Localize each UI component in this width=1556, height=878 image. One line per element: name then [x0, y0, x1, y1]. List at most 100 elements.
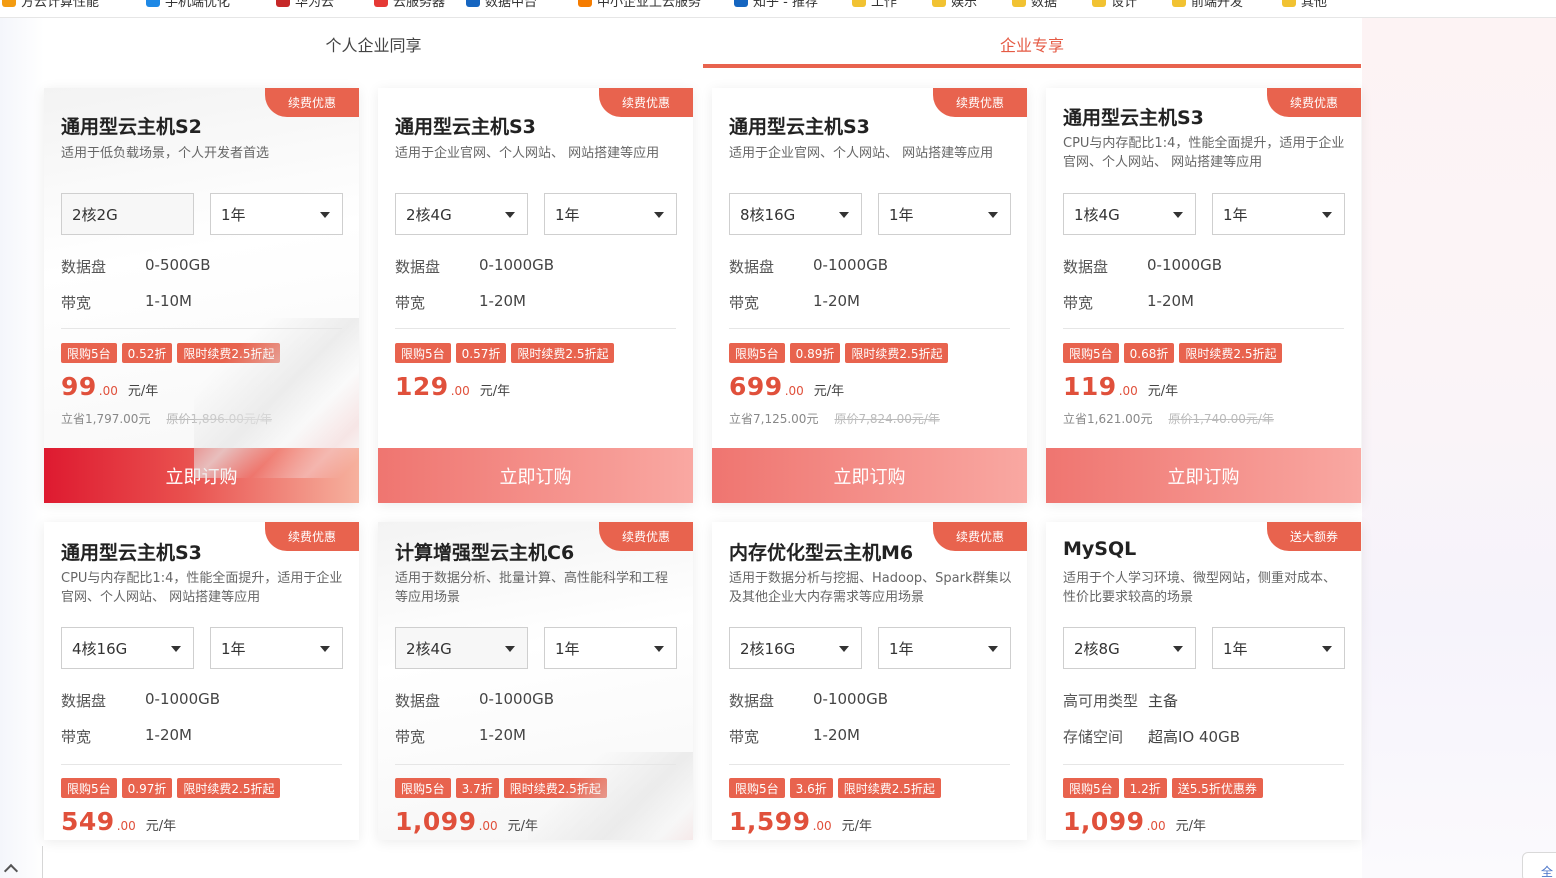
tab-enterprise-exclusive[interactable]: 企业专享 — [703, 18, 1361, 70]
spec-select[interactable]: 2核4G — [395, 193, 528, 235]
divider — [729, 764, 1010, 765]
product-card: 续费优惠 内存优化型云主机M6 适用于数据分析与挖掘、Hadoop、Spark群… — [712, 522, 1027, 840]
buy-now-button[interactable]: 立即订购 — [378, 448, 693, 503]
caret-down-icon — [1173, 212, 1183, 218]
duration-select[interactable]: 1年 — [210, 627, 343, 669]
product-description: CPU与内存配比1:4，性能全面提升，适用于企业官网、个人网站、 网站搭建等应用 — [1063, 136, 1345, 170]
spec-select[interactable]: 1核4G — [1063, 193, 1196, 235]
savings-text: 立省7,125.00元 — [729, 412, 819, 426]
bookmark-icon — [374, 0, 388, 7]
price-decimal: .00 — [784, 384, 804, 398]
duration-select[interactable]: 1年 — [210, 193, 343, 235]
limit-badge: 限购5台 — [61, 343, 117, 363]
caret-down-icon — [654, 646, 664, 652]
bandwidth-label: 带宽 — [61, 728, 92, 746]
bandwidth-value: 1-20M — [145, 726, 192, 744]
bookmark-item[interactable]: 知乎 - 推荐 — [734, 0, 818, 10]
disk-value: 0-1000GB — [1147, 256, 1223, 274]
discount-badge: 3.7折 — [455, 778, 499, 798]
product-title: 通用型云主机S3 — [1063, 107, 1204, 129]
price-integer: 699 — [729, 372, 783, 401]
buy-now-button[interactable]: 立即订购 — [712, 448, 1027, 503]
product-card: 续费优惠 通用型云主机S2 适用于低负载场景，个人开发者首选 2核2G 1年 数… — [44, 88, 359, 503]
bookmark-folder[interactable]: 前端开发 — [1172, 0, 1243, 10]
folder-icon — [932, 0, 946, 7]
bandwidth-label: 带宽 — [729, 728, 760, 746]
disk-value: 0-1000GB — [145, 690, 221, 708]
discount-badge: 0.68折 — [1123, 343, 1175, 363]
bandwidth-label: 带宽 — [395, 728, 426, 746]
floating-widget[interactable]: 全 — [1522, 852, 1556, 878]
duration-select[interactable]: 1年 — [878, 193, 1011, 235]
price-unit: 元/年 — [1147, 384, 1179, 399]
disk-value: 0-1000GB — [813, 256, 889, 274]
badge-group: 限购5台 1.2折 送5.5折优惠券 — [1063, 778, 1263, 798]
caret-down-icon — [505, 646, 515, 652]
bookmark-item[interactable]: 方云计算性能 — [2, 0, 99, 10]
price-unit: 元/年 — [813, 384, 845, 399]
caret-down-icon — [839, 212, 849, 218]
storage-label: 存储空间 — [1063, 728, 1124, 746]
spec-select[interactable]: 2核4G — [395, 627, 528, 669]
price-decimal: .00 — [1146, 819, 1166, 833]
price: 1,099 .00 元/年 — [1063, 807, 1206, 836]
duration-select[interactable]: 1年 — [1212, 193, 1345, 235]
bookmark-folder[interactable]: 数据 — [1012, 0, 1057, 10]
buy-now-button[interactable]: 立即订购 — [44, 448, 359, 503]
discount-badge: 3.6折 — [789, 778, 833, 798]
caret-down-icon — [1322, 646, 1332, 652]
price-decimal: .00 — [1118, 384, 1138, 398]
price-integer: 1,099 — [395, 807, 477, 836]
badge-group: 限购5台 3.7折 限时续费2.5折起 — [395, 778, 607, 798]
bookmark-item[interactable]: 云服务器 — [374, 0, 445, 10]
coupon-badge: 送5.5折优惠券 — [1171, 778, 1263, 798]
divider — [61, 328, 342, 329]
product-title: 通用型云主机S2 — [61, 116, 202, 138]
disk-label: 数据盘 — [1063, 258, 1109, 276]
spec-select[interactable]: 2核8G — [1063, 627, 1196, 669]
bookmark-item[interactable]: 中小企业上云服务 — [578, 0, 701, 10]
product-title: 通用型云主机S3 — [61, 542, 202, 564]
price-unit: 元/年 — [145, 819, 177, 834]
bookmark-folder[interactable]: 其他 — [1282, 0, 1327, 10]
bookmark-item[interactable]: 手机端优化 — [146, 0, 230, 10]
caret-down-icon — [1322, 212, 1332, 218]
price: 129 .00 元/年 — [395, 372, 510, 401]
divider — [395, 764, 676, 765]
tab-personal-enterprise[interactable]: 个人企业同享 — [44, 18, 703, 70]
disk-label: 数据盘 — [61, 692, 107, 710]
limit-badge: 限购5台 — [729, 778, 785, 798]
divider — [395, 328, 676, 329]
bookmark-folder[interactable]: 娱乐 — [932, 0, 977, 10]
spec-select[interactable]: 2核16G — [729, 627, 862, 669]
limit-badge: 限购5台 — [1063, 778, 1119, 798]
renewal-badge: 限时续费2.5折起 — [177, 343, 281, 363]
savings-row: 立省7,125.00元 原价7,824.00元/年 — [729, 410, 940, 427]
duration-select[interactable]: 1年 — [1212, 627, 1345, 669]
duration-select[interactable]: 1年 — [878, 627, 1011, 669]
bookmark-item[interactable]: 数据中台 — [466, 0, 537, 10]
bookmark-item[interactable]: 华为云 — [276, 0, 334, 10]
badge-group: 限购5台 0.68折 限时续费2.5折起 — [1063, 343, 1283, 363]
bookmark-icon — [276, 0, 290, 7]
spec-select[interactable]: 2核2G — [61, 193, 194, 235]
savings-text: 立省1,621.00元 — [1063, 412, 1153, 426]
duration-select[interactable]: 1年 — [544, 627, 677, 669]
spec-select[interactable]: 8核16G — [729, 193, 862, 235]
folder-icon — [1092, 0, 1106, 7]
discount-badge: 0.52折 — [121, 343, 173, 363]
bandwidth-value: 1-20M — [1147, 292, 1194, 310]
limit-badge: 限购5台 — [395, 343, 451, 363]
product-description: 适用于数据分析、批量计算、高性能科学和工程等应用场景 — [395, 571, 669, 605]
bookmark-folder[interactable]: 设计 — [1092, 0, 1137, 10]
bookmark-folder[interactable]: 工作 — [852, 0, 897, 10]
product-description: 适用于低负载场景，个人开发者首选 — [61, 146, 270, 161]
price-decimal: .00 — [812, 819, 832, 833]
spec-select[interactable]: 4核16G — [61, 627, 194, 669]
duration-select[interactable]: 1年 — [544, 193, 677, 235]
discount-badge: 0.97折 — [121, 778, 173, 798]
badge-group: 限购5台 0.57折 限时续费2.5折起 — [395, 343, 615, 363]
product-card: 续费优惠 通用型云主机S3 适用于企业官网、个人网站、 网站搭建等应用 2核4G… — [378, 88, 693, 503]
buy-now-button[interactable]: 立即订购 — [1046, 448, 1361, 503]
price-unit: 元/年 — [841, 819, 873, 834]
